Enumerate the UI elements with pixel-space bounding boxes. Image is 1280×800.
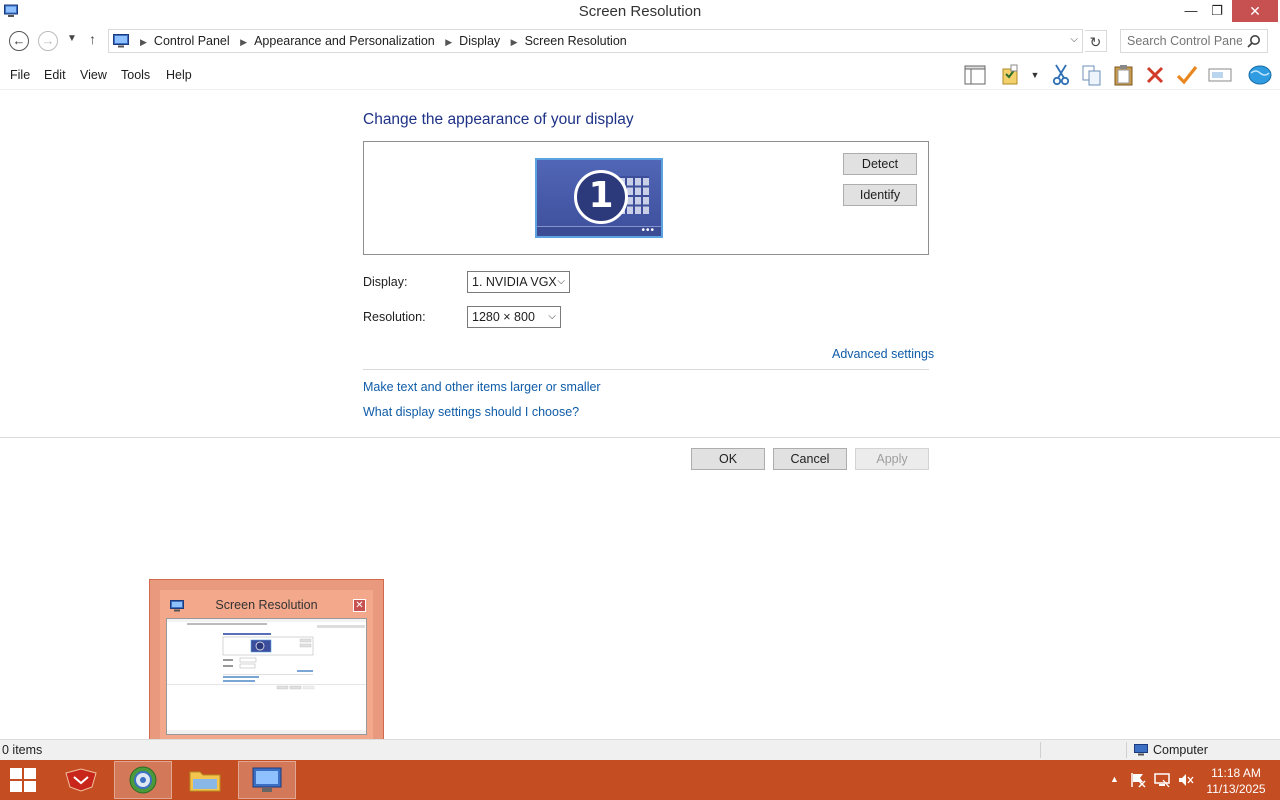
taskbar: ▲ 11:18 AM 11/13/2025 [0, 760, 1280, 800]
taskbar-thumbnail-preview[interactable]: Screen Resolution ✕ [149, 579, 384, 751]
thumbnail-close-button[interactable]: ✕ [353, 599, 366, 612]
resolution-label: Resolution: [363, 310, 426, 324]
windows-logo-icon [10, 768, 36, 792]
chevron-down-icon[interactable]: ▼ [1026, 63, 1044, 87]
chevron-right-icon[interactable]: ▶ [240, 37, 247, 48]
footer-divider [0, 437, 1280, 438]
menu-tools[interactable]: Tools [121, 68, 150, 82]
display-settings-help-link[interactable]: What display settings should I choose? [363, 405, 579, 419]
identify-button[interactable]: Identify [843, 184, 917, 206]
divider [363, 369, 929, 370]
taskbar-app-red-icon[interactable] [52, 761, 110, 799]
rename-icon[interactable] [1207, 63, 1233, 87]
delete-icon[interactable] [1142, 63, 1168, 87]
search-input[interactable] [1127, 34, 1242, 48]
address-bar[interactable]: ▶ Control Panel ▶ Appearance and Personali… [108, 29, 1083, 53]
menu-file[interactable]: File [10, 68, 30, 82]
copy-icon[interactable] [1079, 63, 1105, 87]
volume-muted-icon[interactable] [1178, 772, 1194, 791]
computer-icon [1134, 744, 1148, 756]
taskbar-file-explorer-icon[interactable] [176, 761, 234, 799]
forward-arrow-icon[interactable]: → [38, 31, 58, 51]
chevron-down-icon: ⌵ [548, 311, 556, 322]
status-divider [1040, 742, 1041, 758]
recent-locations-dropdown-icon[interactable]: ▼ [67, 33, 77, 44]
chevron-right-icon[interactable]: ▶ [511, 37, 518, 48]
thumbnail-frame: Screen Resolution ✕ [160, 590, 373, 741]
taskbar-clock[interactable]: 11:18 AM 11/13/2025 [1203, 765, 1269, 797]
start-button[interactable] [0, 761, 46, 799]
menu-help[interactable]: Help [166, 68, 192, 82]
minimize-button[interactable]: — [1178, 0, 1204, 22]
checkmark-icon[interactable] [1174, 63, 1200, 87]
text-size-link[interactable]: Make text and other items larger or smal… [363, 380, 601, 394]
globe-icon[interactable] [1247, 63, 1273, 87]
refresh-icon[interactable]: ↻ [1085, 30, 1107, 52]
status-item-count: 0 items [2, 743, 43, 757]
chevron-down-icon[interactable]: ⌵ [1070, 34, 1078, 45]
menu-view[interactable]: View [80, 68, 107, 82]
window-title: Screen Resolution [578, 3, 702, 20]
close-button[interactable]: ✕ [1232, 0, 1278, 22]
status-location-label: Computer [1153, 743, 1208, 757]
search-box[interactable] [1120, 29, 1268, 53]
chevron-right-icon[interactable]: ▶ [445, 37, 452, 48]
page-title: Change the appearance of your display [363, 111, 634, 128]
menu-edit[interactable]: Edit [44, 68, 66, 82]
cancel-button[interactable]: Cancel [773, 448, 847, 470]
apply-button[interactable]: Apply [855, 448, 929, 470]
breadcrumb: ▶ Control Panel ▶ Appearance and Personali… [133, 34, 627, 48]
properties-icon[interactable] [998, 63, 1024, 87]
menu-bar: File Edit View Tools Help ▼ [0, 60, 1280, 90]
monitor-arrangement-panel: 1 ••• Detect Identify [363, 141, 929, 255]
paste-icon[interactable] [1111, 63, 1137, 87]
status-bar: 0 items Computer [0, 739, 1280, 760]
display-select[interactable]: 1. NVIDIA VGX ⌵ [467, 271, 570, 293]
monitor-1-icon[interactable]: 1 ••• [535, 158, 663, 238]
detect-button[interactable]: Detect [843, 153, 917, 175]
monitor-number: 1 [574, 170, 628, 224]
cut-icon[interactable] [1048, 63, 1074, 87]
address-row: ← → ▼ ↑ ▶ Control Panel ▶ Appearance and P… [0, 28, 1280, 54]
up-arrow-icon[interactable]: ↑ [89, 31, 96, 47]
title-bar: Screen Resolution — ❐ ✕ [0, 0, 1280, 23]
maximize-button[interactable]: ❐ [1204, 0, 1230, 22]
monitor-taskbar-graphic: ••• [537, 226, 661, 236]
resolution-select-value: 1280 × 800 [472, 310, 535, 324]
clock-time: 11:18 AM [1211, 766, 1261, 780]
layout-pane-icon[interactable] [962, 63, 988, 87]
clock-date: 11/13/2025 [1206, 782, 1266, 796]
status-location: Computer [1134, 743, 1208, 757]
advanced-settings-link[interactable]: Advanced settings [832, 347, 934, 361]
chevron-down-icon: ⌵ [557, 276, 565, 287]
search-icon[interactable] [1247, 34, 1261, 48]
breadcrumb-screen-resolution[interactable]: Screen Resolution [525, 34, 627, 48]
breadcrumb-display[interactable]: Display [459, 34, 500, 48]
display-label: Display: [363, 275, 408, 289]
action-center-flag-icon[interactable] [1130, 772, 1146, 791]
window-preview-graphic [167, 619, 366, 734]
control-panel-icon [113, 34, 129, 48]
breadcrumb-appearance[interactable]: Appearance and Personalization [254, 34, 435, 48]
thumbnail-window-preview[interactable] [166, 618, 367, 735]
show-hidden-icons-icon[interactable]: ▲ [1110, 774, 1119, 784]
network-icon[interactable] [1154, 772, 1170, 791]
resolution-select[interactable]: 1280 × 800 ⌵ [467, 306, 561, 328]
status-divider [1126, 742, 1127, 758]
thumbnail-title: Screen Resolution [215, 598, 318, 612]
back-arrow-icon[interactable]: ← [9, 31, 29, 51]
taskbar-control-panel-icon[interactable] [238, 761, 296, 799]
breadcrumb-control-panel[interactable]: Control Panel [154, 34, 230, 48]
ok-button[interactable]: OK [691, 448, 765, 470]
display-select-value: 1. NVIDIA VGX [472, 275, 557, 289]
chevron-right-icon: ▶ [140, 37, 147, 47]
taskbar-browser-icon[interactable] [114, 761, 172, 799]
